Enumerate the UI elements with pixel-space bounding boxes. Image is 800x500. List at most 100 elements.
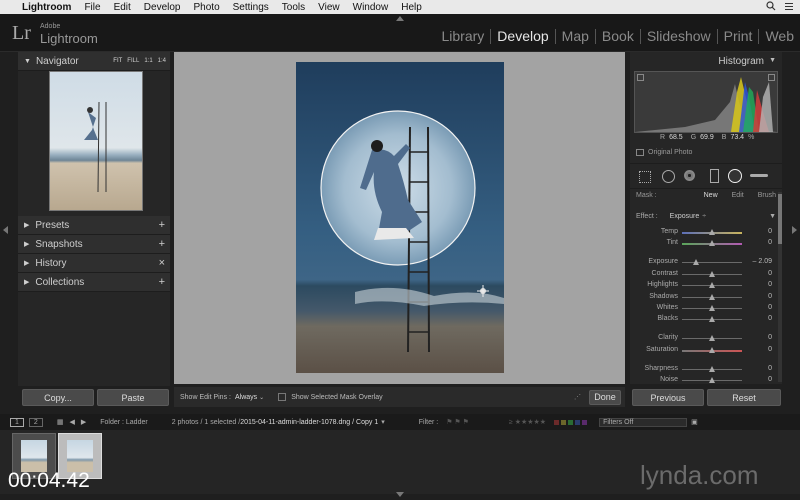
histogram-title[interactable]: Histogram — [718, 56, 764, 67]
previous-button[interactable]: Previous — [632, 389, 704, 406]
graduated-filter-icon[interactable] — [710, 169, 719, 183]
add-preset-icon[interactable]: + — [159, 219, 165, 231]
presets-panel-header[interactable]: ▶ Presets + — [18, 216, 170, 235]
mask-new[interactable]: New — [704, 192, 718, 199]
slider-thumb[interactable] — [709, 335, 715, 341]
histogram-graph[interactable] — [634, 71, 778, 133]
image-canvas[interactable] — [174, 52, 625, 384]
menu-develop[interactable]: Develop — [144, 2, 181, 13]
collapse-triangle-icon[interactable]: ▼ — [769, 213, 776, 220]
slider-thumb[interactable] — [693, 259, 700, 265]
module-print[interactable]: Print — [718, 29, 760, 44]
adjustment-value[interactable]: 0 — [768, 228, 772, 235]
adjustment-brush-icon[interactable] — [750, 174, 768, 177]
left-panel-arrow-icon[interactable] — [3, 226, 8, 234]
slider-thumb[interactable] — [709, 240, 715, 246]
chevron-down-icon[interactable]: ▾ — [381, 418, 385, 426]
slider-thumb[interactable] — [709, 271, 715, 277]
chevron-down-icon[interactable]: ⌄ — [259, 394, 264, 401]
menu-edit[interactable]: Edit — [114, 2, 131, 13]
mask-overlay-checkbox[interactable] — [278, 393, 287, 401]
navigator-preview[interactable] — [49, 71, 143, 211]
reset-button[interactable]: Reset — [707, 389, 781, 406]
adjustment-value[interactable]: 0 — [768, 346, 772, 353]
collections-panel-header[interactable]: ▶ Collections + — [18, 273, 170, 292]
module-library[interactable]: Library — [436, 29, 492, 44]
slider-thumb[interactable] — [709, 316, 715, 322]
flag-filter-icons[interactable]: ⚑ ⚑ ⚑ — [446, 418, 469, 426]
mask-brush[interactable]: Brush — [758, 192, 776, 199]
copy-button[interactable]: Copy... — [22, 389, 94, 406]
red-eye-icon[interactable] — [684, 170, 695, 181]
adjustment-value[interactable]: 0 — [768, 293, 772, 300]
paste-button[interactable]: Paste — [97, 389, 169, 406]
clear-history-icon[interactable]: × — [159, 257, 165, 269]
effect-dropdown[interactable]: Exposure — [670, 213, 700, 220]
back-arrow-icon[interactable]: ◀ — [69, 418, 74, 426]
filter-lock-icon[interactable]: ▣ — [691, 418, 698, 426]
zoom-fit[interactable]: FIT — [113, 58, 122, 64]
adjustment-value[interactable]: 0 — [768, 239, 772, 246]
grid-view-icon[interactable]: ▦ — [57, 418, 64, 426]
adjustment-value[interactable]: 0 — [768, 334, 772, 341]
module-slideshow[interactable]: Slideshow — [641, 29, 718, 44]
menu-settings[interactable]: Settings — [233, 2, 269, 13]
slider-thumb[interactable] — [709, 377, 715, 383]
radial-filter-icon[interactable] — [728, 169, 742, 183]
menu-help[interactable]: Help — [401, 2, 422, 13]
photo-with-radial-filter[interactable] — [174, 52, 625, 384]
menu-photo[interactable]: Photo — [194, 2, 220, 13]
adjustment-slider[interactable] — [682, 262, 742, 263]
search-icon[interactable] — [766, 0, 776, 14]
chevron-down-icon[interactable]: ÷ — [702, 213, 706, 220]
forward-arrow-icon[interactable]: ▶ — [81, 418, 86, 426]
second-window-button[interactable]: 2 — [28, 417, 43, 427]
highlight-clipping-icon[interactable] — [768, 74, 775, 81]
adjustment-value[interactable]: 0 — [768, 315, 772, 322]
bottom-panel-arrow-icon[interactable] — [396, 492, 404, 497]
navigator-header[interactable]: ▼ Navigator FIT FILL 1:1 1:4 — [18, 52, 170, 71]
menu-tools[interactable]: Tools — [282, 2, 305, 13]
add-snapshot-icon[interactable]: + — [159, 238, 165, 250]
adjustment-value[interactable]: 0 — [768, 365, 772, 372]
adjustment-value[interactable]: 0 — [768, 376, 772, 383]
slider-thumb[interactable] — [709, 366, 715, 372]
adjustment-value[interactable]: 0 — [768, 281, 772, 288]
add-collection-icon[interactable]: + — [159, 276, 165, 288]
slider-thumb[interactable] — [709, 347, 715, 353]
mask-edit[interactable]: Edit — [732, 192, 744, 199]
module-web[interactable]: Web — [759, 29, 794, 44]
adjustment-value[interactable]: 0 — [768, 304, 772, 311]
main-window-button[interactable]: 1 — [10, 417, 24, 427]
zoom-1-4[interactable]: 1:4 — [158, 58, 166, 64]
edit-pins-dropdown[interactable]: Always — [235, 394, 257, 401]
slider-thumb[interactable] — [709, 282, 715, 288]
menu-lightroom[interactable]: Lightroom — [22, 2, 71, 13]
slider-thumb[interactable] — [709, 294, 715, 300]
crop-tool-icon[interactable] — [639, 171, 651, 183]
original-photo-toggle[interactable]: Original Photo — [636, 149, 692, 156]
top-panel-arrow-icon[interactable] — [396, 16, 404, 21]
list-icon[interactable] — [784, 1, 794, 14]
adjustment-value[interactable]: 0 — [768, 270, 772, 277]
right-scrollbar[interactable] — [778, 192, 782, 382]
shadow-clipping-icon[interactable] — [637, 74, 644, 81]
filename[interactable]: 2015-04-11-admin-ladder-1078.dng / Copy … — [240, 419, 378, 426]
menu-view[interactable]: View — [318, 2, 340, 13]
module-develop[interactable]: Develop — [491, 29, 556, 44]
folder-label[interactable]: Folder : Ladder — [100, 419, 147, 426]
module-book[interactable]: Book — [596, 29, 641, 44]
filters-dropdown[interactable]: Filters Off — [599, 417, 688, 427]
right-panel-arrow-icon[interactable] — [792, 226, 797, 234]
zoom-fill[interactable]: FILL — [127, 58, 139, 64]
collapse-triangle-icon[interactable]: ▼ — [769, 57, 776, 64]
slider-thumb[interactable] — [709, 229, 715, 235]
zoom-1-1[interactable]: 1:1 — [144, 58, 152, 64]
module-map[interactable]: Map — [556, 29, 596, 44]
spot-removal-icon[interactable] — [662, 170, 675, 183]
adjustment-value[interactable]: – 2.09 — [753, 258, 772, 265]
menu-file[interactable]: File — [84, 2, 100, 13]
slider-thumb[interactable] — [709, 305, 715, 311]
done-button[interactable]: Done — [589, 389, 621, 405]
menu-window[interactable]: Window — [353, 2, 389, 13]
